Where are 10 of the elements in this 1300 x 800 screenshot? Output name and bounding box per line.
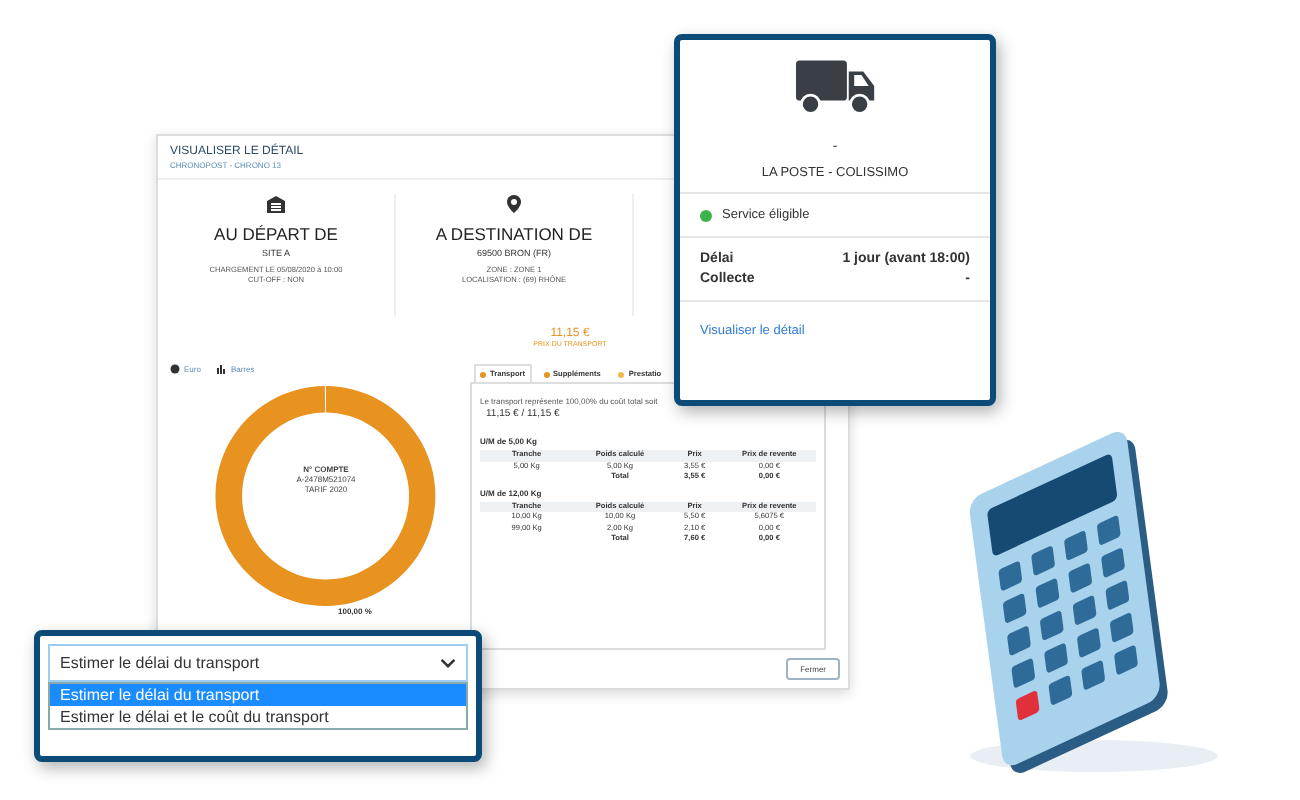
- warehouse-icon: [266, 194, 286, 214]
- select-field[interactable]: Estimer le délai du transport: [48, 644, 468, 682]
- origin-heading: AU DÉPART DE: [214, 224, 338, 244]
- chevron-down-icon: [440, 658, 456, 668]
- truck-icon: [795, 56, 875, 116]
- bar-chart-icon: [216, 364, 227, 374]
- location-pin-icon: [504, 194, 524, 214]
- status-dot: [700, 209, 712, 221]
- destination-heading: A DESTINATION DE: [435, 224, 593, 244]
- dropdown-option[interactable]: Estimer le délai et le coût du transport: [50, 706, 466, 728]
